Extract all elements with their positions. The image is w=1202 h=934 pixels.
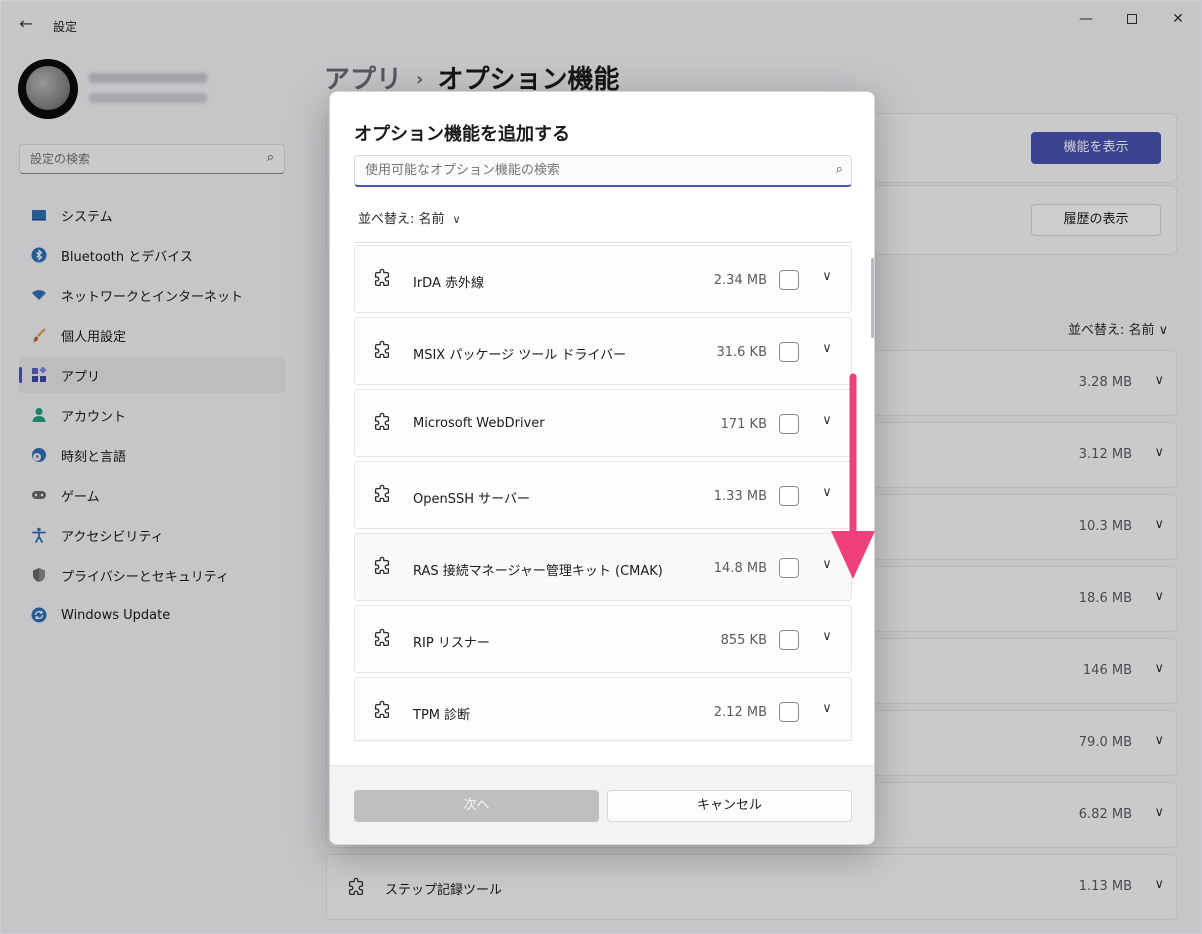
feature-checkbox[interactable] <box>779 702 799 722</box>
feature-row[interactable]: MSIX パッケージ ツール ドライバー 31.6 KB ∨ <box>354 317 852 385</box>
feature-row[interactable]: RIP リスナー 855 KB ∨ <box>354 605 852 673</box>
feature-size: 2.12 MB <box>713 705 767 720</box>
feature-name: MSIX パッケージ ツール ドライバー <box>413 348 627 363</box>
chevron-down-icon: ∨ <box>452 213 461 226</box>
puzzle-icon <box>371 484 393 506</box>
feature-name: RIP リスナー <box>413 636 490 651</box>
puzzle-icon <box>371 556 393 578</box>
puzzle-icon <box>371 340 393 362</box>
puzzle-icon <box>371 628 393 650</box>
dialog-sort-dropdown[interactable]: 並べ替え: 名前 ∨ <box>358 208 461 227</box>
puzzle-icon <box>371 700 393 722</box>
feature-search-input[interactable] <box>355 156 815 185</box>
puzzle-icon <box>371 268 393 290</box>
puzzle-icon <box>371 412 393 434</box>
add-optional-feature-dialog: オプション機能を追加する ⌕ 並べ替え: 名前 ∨ IrDA 赤外線 2.34 MB… <box>329 91 875 845</box>
chevron-down-icon[interactable]: ∨ <box>819 341 835 357</box>
feature-row[interactable]: IrDA 赤外線 2.34 MB ∨ <box>354 245 852 313</box>
feature-search[interactable]: ⌕ <box>354 155 852 187</box>
feature-row[interactable]: OpenSSH サーバー 1.33 MB ∨ <box>354 461 852 529</box>
scroll-down-arrow-annotation <box>831 373 875 579</box>
next-button[interactable]: 次へ <box>354 790 599 822</box>
feature-row[interactable]: RAS 接続マネージャー管理キット (CMAK) 14.8 MB ∨ <box>354 533 852 601</box>
feature-size: 1.33 MB <box>713 489 767 504</box>
feature-checkbox[interactable] <box>779 414 799 434</box>
list-scrollbar[interactable] <box>871 258 874 338</box>
feature-name: Microsoft WebDriver <box>413 416 545 431</box>
feature-size: 855 KB <box>720 633 767 648</box>
feature-size: 14.8 MB <box>713 561 767 576</box>
feature-size: 171 KB <box>720 417 767 432</box>
feature-checkbox[interactable] <box>779 558 799 578</box>
feature-name: IrDA 赤外線 <box>413 276 484 291</box>
feature-size: 31.6 KB <box>716 345 767 360</box>
chevron-down-icon[interactable]: ∨ <box>819 269 835 285</box>
feature-checkbox[interactable] <box>779 342 799 362</box>
dialog-footer: 次へ キャンセル <box>330 765 874 844</box>
sort-label: 並べ替え: 名前 <box>358 212 445 227</box>
feature-row[interactable]: Microsoft WebDriver 171 KB ∨ <box>354 389 852 457</box>
cancel-button[interactable]: キャンセル <box>607 790 852 822</box>
available-features-list: IrDA 赤外線 2.34 MB ∨ MSIX パッケージ ツール ドライバー 31.6… <box>354 242 852 741</box>
search-icon: ⌕ <box>835 162 843 177</box>
feature-checkbox[interactable] <box>779 270 799 290</box>
feature-name: RAS 接続マネージャー管理キット (CMAK) <box>413 564 663 579</box>
chevron-down-icon[interactable]: ∨ <box>819 629 835 645</box>
chevron-down-icon[interactable]: ∨ <box>819 701 835 717</box>
feature-row[interactable]: TPM 診断 2.12 MB ∨ <box>354 677 852 740</box>
feature-checkbox[interactable] <box>779 630 799 650</box>
feature-checkbox[interactable] <box>779 486 799 506</box>
feature-size: 2.34 MB <box>713 273 767 288</box>
feature-name: OpenSSH サーバー <box>413 492 531 507</box>
dialog-title: オプション機能を追加する <box>354 124 570 145</box>
settings-window: ← 設定 — ✕ ⌕ システムBluetooth とデバイスネットワークとインタ… <box>0 0 1202 934</box>
feature-name: TPM 診断 <box>413 708 471 723</box>
